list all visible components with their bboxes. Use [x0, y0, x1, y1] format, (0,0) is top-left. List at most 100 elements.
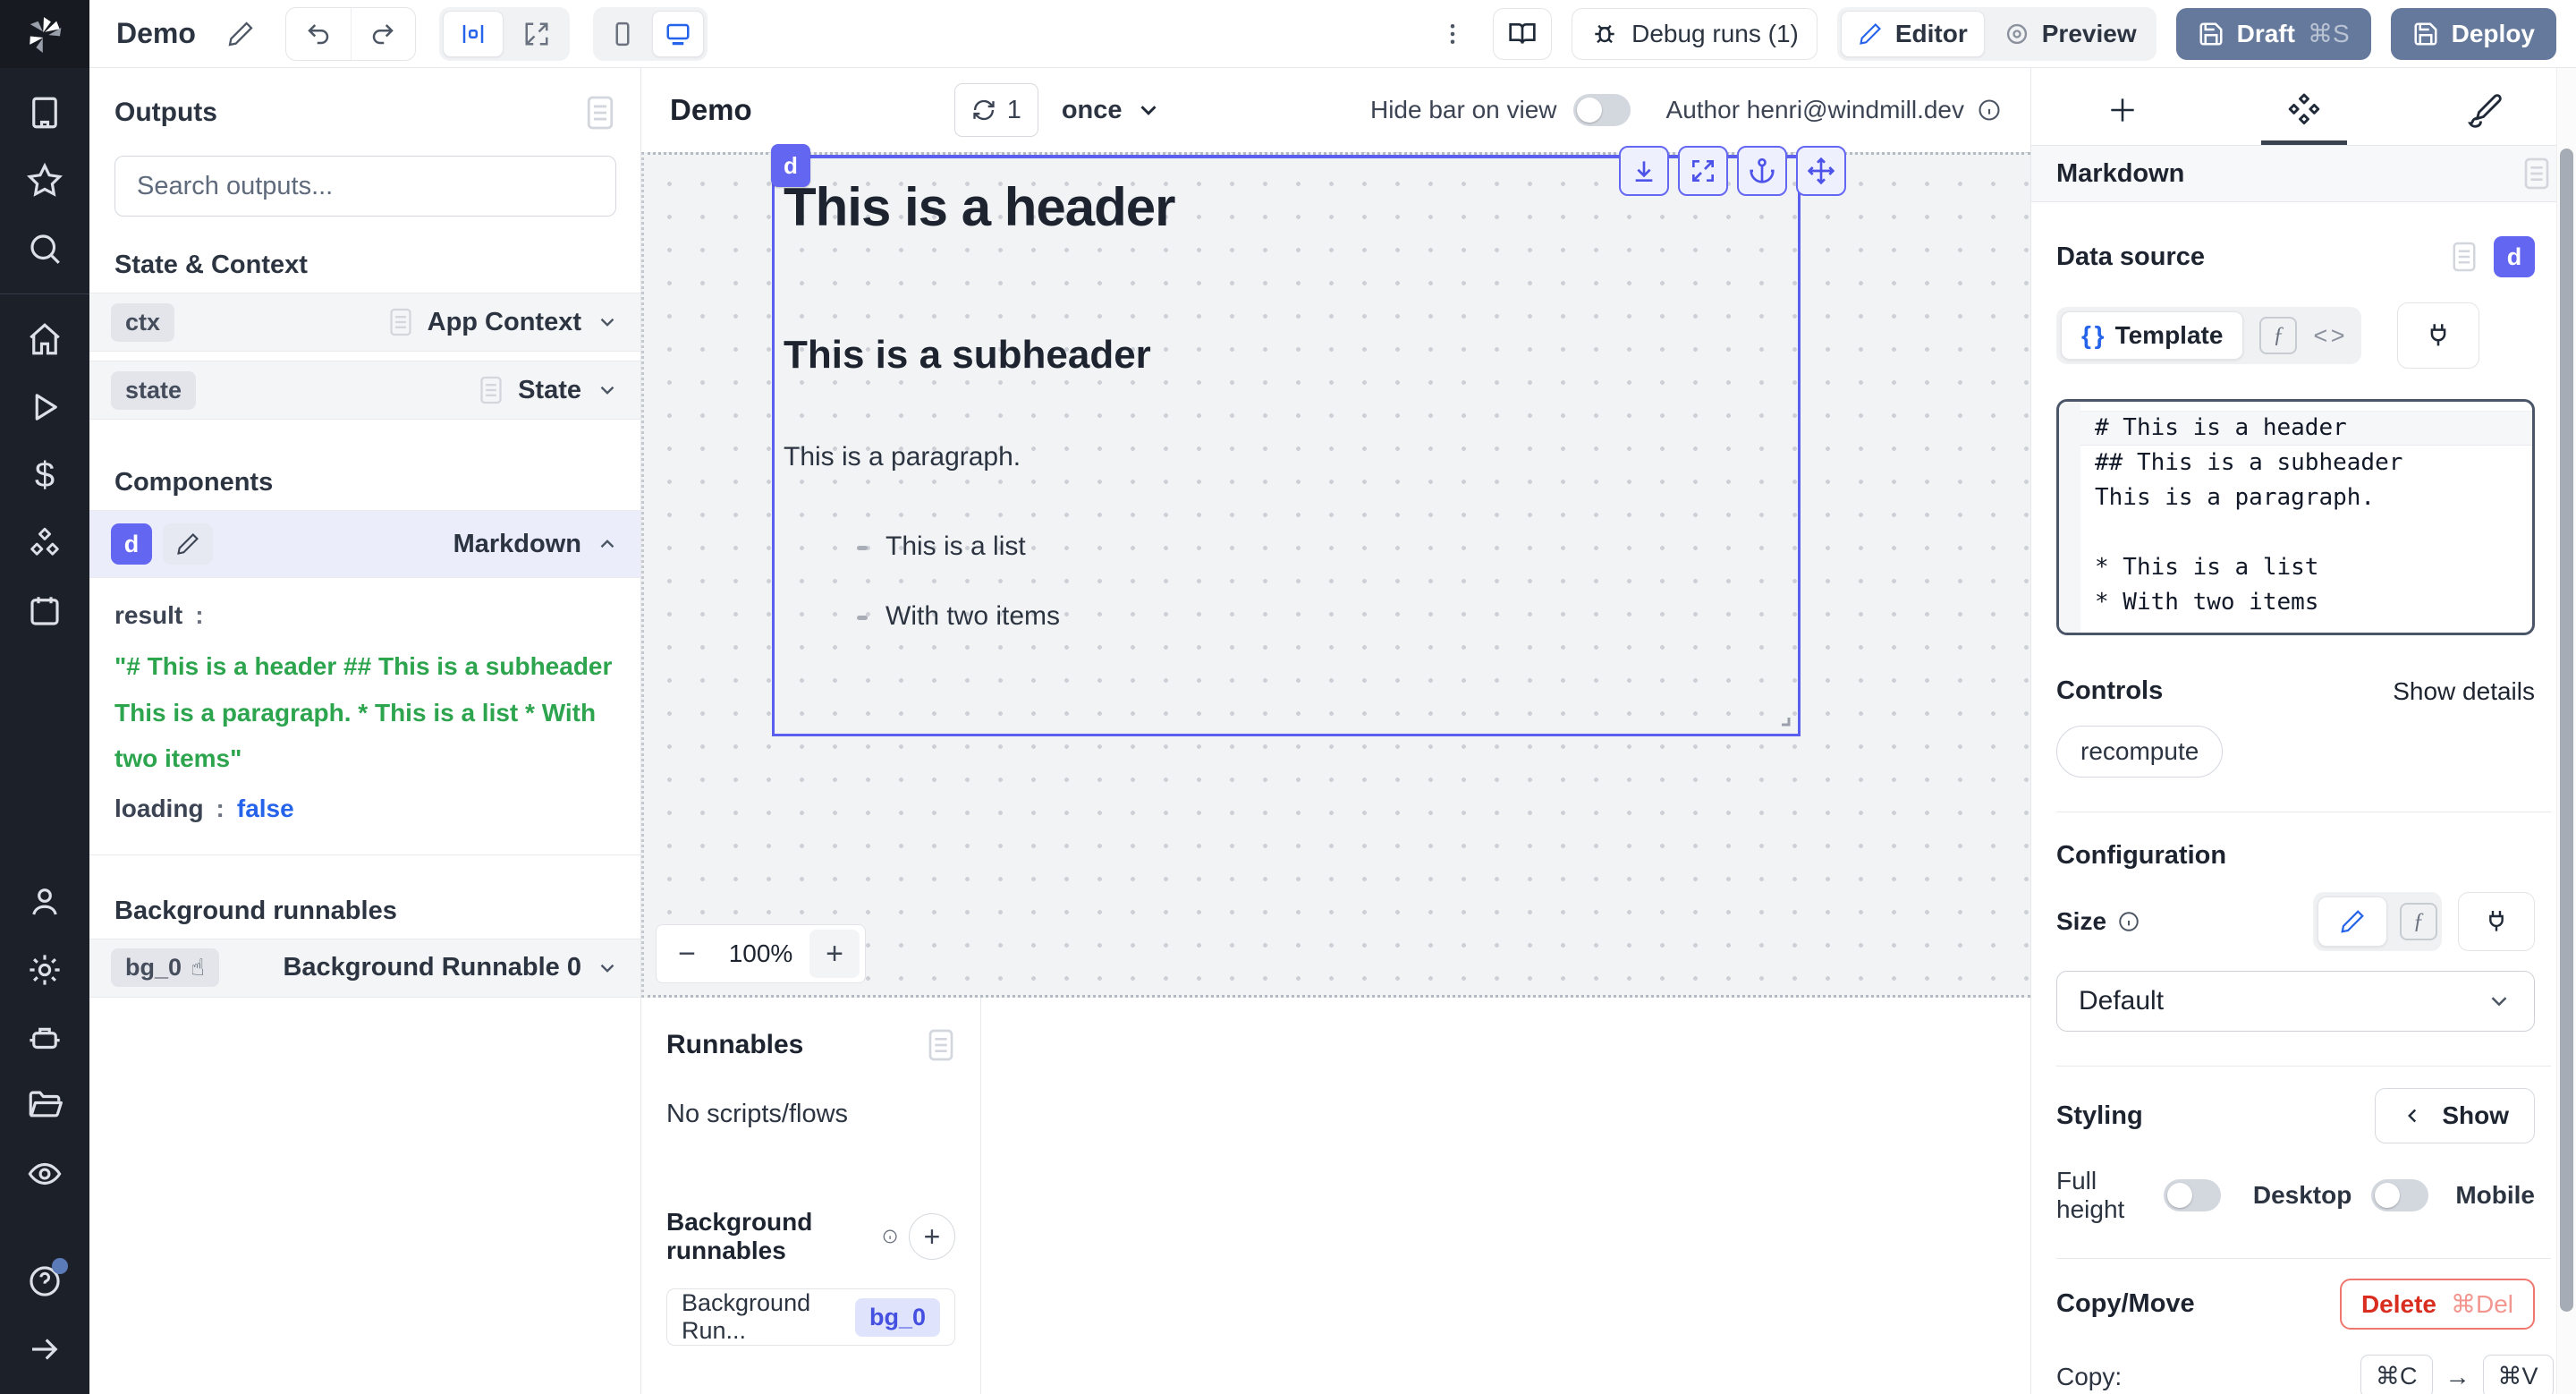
docs-button[interactable]: [1493, 8, 1552, 60]
runnable-card-badge: bg_0: [855, 1298, 940, 1337]
bg-runnable-row[interactable]: bg_0 ☝ Background Runnable 0: [89, 939, 640, 998]
windmill-logo[interactable]: [0, 0, 89, 68]
search-outputs-input[interactable]: [114, 156, 616, 217]
recompute-button[interactable]: recompute: [2056, 726, 2223, 778]
panel-doc-icon[interactable]: [2522, 157, 2551, 191]
mobile-view-button[interactable]: [597, 11, 648, 57]
info-icon[interactable]: [2117, 910, 2140, 933]
editor-line[interactable]: This is a paragraph.: [2059, 480, 2532, 515]
refresh-count-button[interactable]: 1: [954, 83, 1038, 137]
kbd-cmd-c[interactable]: ⌘C: [2360, 1355, 2433, 1394]
styling-show-button[interactable]: Show: [2375, 1088, 2535, 1143]
centered-layout-button[interactable]: [443, 11, 504, 57]
components-heading: Components: [89, 429, 640, 510]
rename-app-button[interactable]: [219, 13, 262, 55]
sidebar-item-settings[interactable]: [23, 948, 66, 991]
chevron-down-icon[interactable]: [596, 378, 619, 402]
fullscreen-handle[interactable]: [1678, 146, 1728, 196]
resize-handle[interactable]: [1775, 710, 1792, 728]
refresh-mode-select[interactable]: once: [1062, 96, 1162, 125]
expand-down-handle[interactable]: [1619, 146, 1669, 196]
divider: [2056, 1258, 2551, 1259]
size-function-button[interactable]: ƒ: [2400, 903, 2437, 940]
inspector-scrollbar[interactable]: [2556, 68, 2576, 1394]
sidebar-item-workers[interactable]: [23, 1016, 66, 1059]
canvas-grid[interactable]: d: [641, 152, 2030, 998]
editor-line[interactable]: # This is a header: [2059, 411, 2532, 446]
editor-label: Editor: [1895, 20, 1968, 48]
background-runnables-heading: Background runnables: [89, 855, 640, 939]
template-editor[interactable]: # This is a header ## This is a subheade…: [2056, 399, 2535, 635]
chevron-down-icon[interactable]: [596, 310, 619, 334]
help-button[interactable]: [23, 1260, 66, 1303]
component-d-row[interactable]: d Markdown: [89, 510, 640, 578]
hide-bar-toggle[interactable]: [1573, 94, 1631, 126]
zoom-in-button[interactable]: +: [809, 930, 860, 978]
markdown-component[interactable]: d: [772, 155, 1801, 736]
fullwidth-layout-button[interactable]: [507, 11, 566, 57]
result-line[interactable]: result :: [114, 596, 615, 636]
scrollbar-thumb[interactable]: [2560, 149, 2573, 1312]
tab-styling[interactable]: [2394, 82, 2576, 138]
state-row[interactable]: state State: [89, 361, 640, 420]
loading-line[interactable]: loading : false: [114, 789, 615, 829]
component-tag[interactable]: d: [771, 144, 810, 187]
deploy-button[interactable]: Deploy: [2391, 8, 2556, 60]
move-icon: [1807, 157, 1835, 185]
sidebar-item-workspace[interactable]: [23, 91, 66, 134]
sidebar-item-search[interactable]: [23, 227, 66, 270]
deploy-label: Deploy: [2452, 20, 2535, 48]
redo-button[interactable]: [351, 8, 415, 60]
anchor-handle[interactable]: [1737, 146, 1787, 196]
draft-button[interactable]: Draft ⌘S: [2176, 8, 2371, 60]
preview-tab[interactable]: Preview: [1988, 11, 2153, 57]
chevron-up-icon[interactable]: [596, 532, 619, 556]
info-icon[interactable]: [1977, 98, 2002, 123]
sidebar-item-variables[interactable]: $: [23, 454, 66, 497]
rail-group-top: [23, 68, 66, 293]
tab-insert-component[interactable]: [2031, 82, 2213, 138]
tab-component-settings[interactable]: [2213, 82, 2394, 138]
background-runnable-card[interactable]: Background Run... bg_0: [666, 1288, 955, 1346]
expand-sidebar-button[interactable]: [23, 1328, 66, 1371]
template-mode-button[interactable]: { } Template: [2061, 311, 2243, 360]
sidebar-item-folders[interactable]: [23, 1084, 66, 1127]
zoom-out-button[interactable]: −: [662, 930, 712, 978]
panel-doc-icon[interactable]: [585, 95, 615, 131]
editor-line[interactable]: [2059, 515, 2532, 550]
delete-component-button[interactable]: Delete ⌘Del: [2340, 1279, 2535, 1330]
component-id-badge[interactable]: d: [2494, 236, 2535, 277]
full-height-toggle[interactable]: [2164, 1179, 2221, 1211]
sidebar-item-audit[interactable]: [23, 1152, 66, 1195]
more-menu-button[interactable]: [1432, 13, 1473, 55]
size-connect-button[interactable]: [2458, 892, 2535, 951]
panel-doc-icon[interactable]: [927, 1028, 955, 1062]
debug-runs-button[interactable]: Debug runs (1): [1572, 8, 1818, 60]
editor-line[interactable]: * This is a list: [2059, 550, 2532, 585]
sidebar-item-users[interactable]: [23, 880, 66, 923]
add-background-runnable-button[interactable]: +: [909, 1213, 955, 1260]
function-mode-button[interactable]: ƒ: [2259, 317, 2297, 354]
chevron-down-icon[interactable]: [596, 956, 619, 980]
undo-button[interactable]: [286, 8, 351, 60]
sidebar-item-resources[interactable]: [23, 522, 66, 565]
ctx-row[interactable]: ctx App Context: [89, 293, 640, 352]
sidebar-item-home[interactable]: [23, 318, 66, 361]
move-handle[interactable]: [1796, 146, 1846, 196]
sidebar-item-schedules[interactable]: [23, 590, 66, 633]
editor-line[interactable]: ## This is a subheader: [2059, 446, 2532, 480]
size-select[interactable]: Default: [2056, 971, 2535, 1032]
connect-mode-button[interactable]: [2397, 302, 2479, 369]
size-static-button[interactable]: [2318, 897, 2387, 947]
code-mode-button[interactable]: < >: [2313, 322, 2357, 350]
sidebar-item-runs[interactable]: [23, 386, 66, 429]
editor-line[interactable]: * With two items: [2059, 585, 2532, 620]
show-details-link[interactable]: Show details: [2393, 677, 2535, 706]
result-value[interactable]: "# This is a header ## This is a subhead…: [114, 643, 615, 782]
editor-tab[interactable]: Editor: [1841, 11, 1985, 57]
edit-component-id-button[interactable]: [163, 523, 213, 565]
kbd-cmd-v[interactable]: ⌘V: [2483, 1355, 2554, 1394]
desktop-view-button[interactable]: [652, 11, 704, 57]
sidebar-item-favorites[interactable]: [23, 159, 66, 202]
desktop-toggle[interactable]: [2371, 1179, 2428, 1211]
